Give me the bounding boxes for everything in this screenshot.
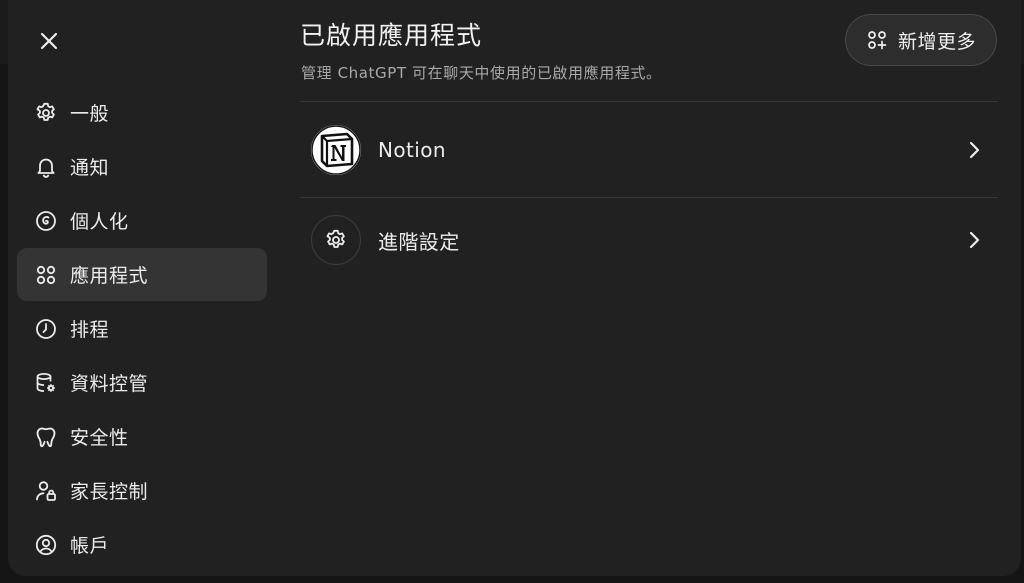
sidebar-item-label: 帳戶 [70, 535, 110, 557]
notion-logo-icon [311, 125, 361, 175]
page-subtitle: 管理 ChatGPT 可在聊天中使用的已啟用應用程式。 [301, 64, 662, 82]
sidebar-item-label: 通知 [70, 157, 110, 179]
chevron-right-icon [960, 225, 990, 255]
sidebar-item-label: 家長控制 [70, 481, 149, 503]
sidebar-item-label: 資料控管 [70, 373, 149, 395]
user-lock-icon [33, 478, 59, 504]
bell-icon [33, 154, 59, 180]
sidebar-item-label: 個人化 [70, 211, 129, 233]
close-icon [40, 32, 58, 50]
settings-sidebar: 一般 通知 個人化 應用程式 排程 資料控管 安全性 家長控制 帳戶 [17, 86, 267, 572]
sidebar-item-label: 排程 [70, 319, 110, 341]
advanced-settings-label: 進階設定 [378, 229, 460, 254]
sidebar-item-account[interactable]: 帳戶 [17, 518, 267, 571]
sidebar-item-label: 安全性 [70, 427, 129, 449]
sidebar-item-data-controls[interactable]: 資料控管 [17, 356, 267, 409]
advanced-settings-row[interactable]: 進階設定 [300, 196, 998, 284]
gear-icon [33, 100, 59, 126]
apps-add-icon [866, 29, 888, 51]
gear-icon [311, 215, 361, 265]
chevron-right-icon [960, 135, 990, 165]
main-panel: 已啟用應用程式 管理 ChatGPT 可在聊天中使用的已啟用應用程式。 新增更多 [300, 0, 1000, 576]
personalization-icon [33, 208, 59, 234]
sidebar-item-parental-controls[interactable]: 家長控制 [17, 464, 267, 517]
apps-grid-icon [33, 262, 59, 288]
close-button[interactable] [34, 26, 64, 56]
add-more-label: 新增更多 [897, 30, 976, 53]
sidebar-item-security[interactable]: 安全性 [17, 410, 267, 463]
header-divider [300, 101, 998, 102]
sidebar-item-label: 應用程式 [70, 265, 149, 287]
sidebar-item-notifications[interactable]: 通知 [17, 140, 267, 193]
clock-icon [33, 316, 59, 342]
settings-modal: 一般 通知 個人化 應用程式 排程 資料控管 安全性 家長控制 帳戶 已啟用應用… [8, 0, 1021, 576]
sidebar-item-general[interactable]: 一般 [17, 86, 267, 139]
account-icon [33, 532, 59, 558]
add-more-button[interactable]: 新增更多 [845, 14, 997, 66]
sidebar-item-personalization[interactable]: 個人化 [17, 194, 267, 247]
app-row-label: Notion [378, 138, 446, 162]
sidebar-item-schedules[interactable]: 排程 [17, 302, 267, 355]
page-title: 已啟用應用程式 [300, 21, 483, 50]
sidebar-item-label: 一般 [70, 103, 110, 125]
database-gear-icon [33, 370, 59, 396]
shield-icon [33, 424, 59, 450]
app-row-notion[interactable]: Notion [300, 106, 998, 194]
sidebar-item-apps[interactable]: 應用程式 [17, 248, 267, 301]
